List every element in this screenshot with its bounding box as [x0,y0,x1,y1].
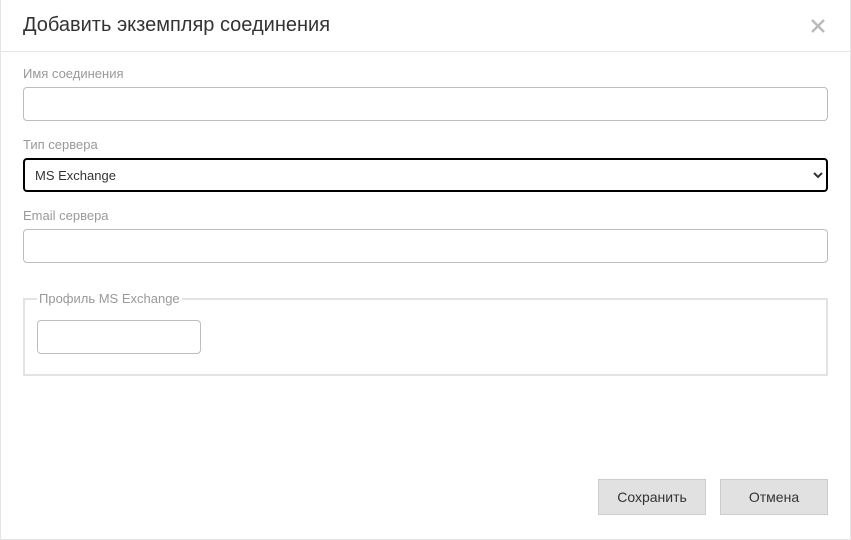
dialog-footer: Сохранить Отмена [1,463,850,539]
close-icon [810,18,826,34]
exchange-profile-legend: Профиль MS Exchange [37,291,182,306]
exchange-profile-input[interactable] [37,320,201,354]
server-type-group: Тип сервера MS Exchange [23,137,828,192]
server-type-label: Тип сервера [23,137,828,152]
server-email-input[interactable] [23,229,828,263]
server-type-select[interactable]: MS Exchange [23,158,828,192]
connection-name-label: Имя соединения [23,66,828,81]
add-connection-dialog: Добавить экземпляр соединения Имя соедин… [0,0,851,540]
server-email-label: Email сервера [23,208,828,223]
server-email-group: Email сервера [23,208,828,263]
dialog-header: Добавить экземпляр соединения [1,0,850,52]
exchange-profile-fieldset: Профиль MS Exchange [23,291,828,376]
close-button[interactable] [808,16,828,36]
save-button[interactable]: Сохранить [598,479,706,515]
dialog-title: Добавить экземпляр соединения [23,14,330,37]
connection-name-group: Имя соединения [23,66,828,121]
cancel-button[interactable]: Отмена [720,479,828,515]
dialog-body: Имя соединения Тип сервера MS Exchange E… [1,52,850,463]
connection-name-input[interactable] [23,87,828,121]
